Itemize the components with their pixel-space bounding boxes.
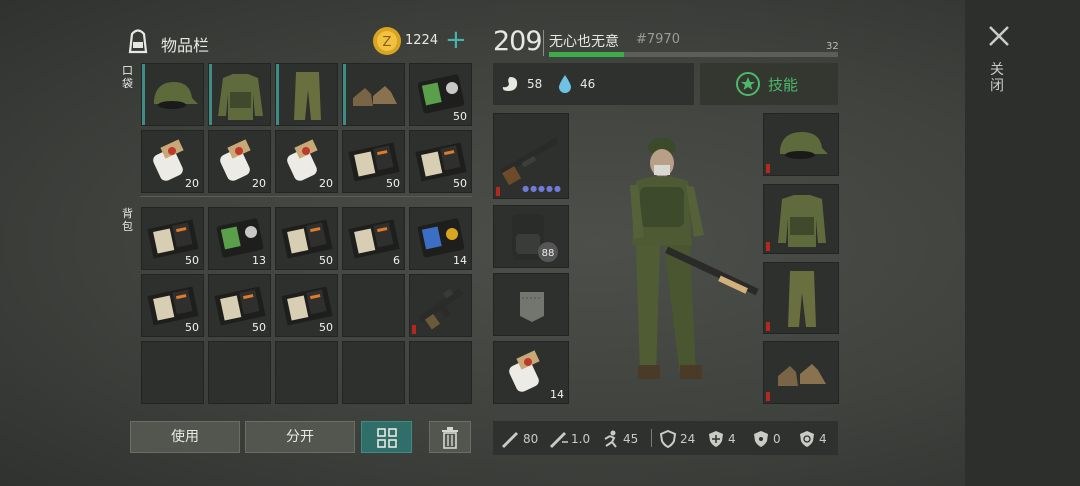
- backpack-slot-notebook-4[interactable]: 50: [141, 274, 204, 337]
- grid-icon: [376, 428, 397, 448]
- backpack-slot-empty[interactable]: [141, 341, 204, 404]
- radiation-shield-icon: [754, 431, 768, 447]
- hand-item-slot[interactable]: 14: [493, 341, 569, 404]
- shield-icon: [659, 430, 677, 448]
- side-panel: [965, 0, 1080, 486]
- close-button[interactable]: [985, 22, 1013, 54]
- player-name: 无心也无意: [549, 34, 619, 50]
- backpack-slot-notebook-6[interactable]: 50: [275, 274, 338, 337]
- backpack-icon: [124, 28, 152, 58]
- xp-max-label: 32: [826, 41, 839, 52]
- trash-icon: [442, 427, 458, 449]
- sword-icon: [502, 432, 518, 448]
- backpack-slot-empty[interactable]: [208, 341, 271, 404]
- water-drop-icon: [558, 74, 572, 98]
- backpack-slot-empty[interactable]: [409, 341, 472, 404]
- snowflake-shield-icon: [709, 431, 723, 447]
- head-slot[interactable]: [763, 113, 839, 176]
- military-cap-icon: [780, 132, 828, 159]
- backpack-slot-notebook-1[interactable]: 50: [141, 207, 204, 270]
- pocket-label: 口袋: [122, 64, 133, 90]
- skills-label: 技能: [768, 76, 799, 94]
- backpack-slot[interactable]: 88: [493, 205, 569, 268]
- camo-jacket-icon: [218, 74, 263, 120]
- pocket-slot[interactable]: [493, 273, 569, 336]
- player-level: 209: [493, 26, 543, 57]
- inventory-slot-pants[interactable]: [275, 63, 338, 126]
- swing-sword-icon: [550, 432, 568, 448]
- close-label[interactable]: 关闭: [990, 62, 1006, 94]
- inventory-slot-wallet-green[interactable]: 50: [409, 63, 472, 126]
- inventory-slot-bandage-2[interactable]: 20: [208, 130, 271, 193]
- close-icon: [989, 26, 1009, 46]
- section-divider: [140, 196, 472, 197]
- camo-pants-icon: [788, 271, 816, 327]
- inventory-slot-notebook-2[interactable]: 50: [409, 130, 472, 193]
- backpack-label: 背包: [122, 207, 133, 233]
- boots-icon: [778, 364, 826, 386]
- inventory-slot-bandage-3[interactable]: 20: [275, 130, 338, 193]
- backpack-slot-empty[interactable]: [275, 341, 338, 404]
- stats-divider: [651, 429, 652, 447]
- character-model: [600, 125, 760, 409]
- backpack-slot-empty[interactable]: [342, 341, 405, 404]
- ammo-dots: ●●●●●: [522, 184, 562, 193]
- attack-speed-stat: 1.0: [548, 430, 590, 448]
- legs-slot[interactable]: [763, 262, 839, 334]
- feet-slot[interactable]: [763, 341, 839, 404]
- coin-amount: 1224: [405, 33, 439, 48]
- stomach-icon: [500, 75, 520, 97]
- xp-bar-fill: [549, 52, 625, 57]
- divider: [543, 30, 544, 56]
- inventory-slot-cap[interactable]: [141, 63, 204, 126]
- body-slot[interactable]: [763, 184, 839, 254]
- damage-stat: 80: [500, 430, 538, 448]
- running-man-icon: [604, 430, 617, 448]
- inventory-slot-boots[interactable]: [342, 63, 405, 126]
- backpack-icon: 88: [512, 214, 558, 262]
- player-id: #7970: [636, 32, 680, 47]
- hunger-value: 58: [527, 77, 543, 91]
- svg-text:Z: Z: [383, 35, 392, 50]
- inventory-slot-bandage-1[interactable]: 20: [141, 130, 204, 193]
- xp-bar: [549, 52, 838, 57]
- weapon-slot[interactable]: ●●●●●: [493, 113, 569, 199]
- split-button[interactable]: 分开: [245, 421, 355, 453]
- backpack-slot-empty[interactable]: [342, 274, 405, 337]
- backpack-slot-notebook-2[interactable]: 50: [275, 207, 338, 270]
- military-cap-icon: [154, 82, 198, 109]
- inventory-title: 物品栏: [161, 36, 210, 55]
- trash-button[interactable]: [429, 421, 471, 453]
- coin-icon: Z: [372, 26, 402, 60]
- pocket-icon: [520, 292, 544, 322]
- skills-button[interactable]: 技能: [700, 63, 838, 105]
- backpack-slot-rifle[interactable]: [409, 274, 472, 337]
- run-speed-stat: 45: [600, 430, 638, 448]
- inventory-slot-jacket[interactable]: [208, 63, 271, 126]
- radiation-resist-stat: 0: [752, 430, 781, 448]
- backpack-slot-notebook-3[interactable]: 6: [342, 207, 405, 270]
- camo-jacket-icon: [778, 195, 826, 247]
- biohazard-shield-icon: [800, 431, 814, 447]
- thirst-value: 46: [580, 77, 596, 91]
- cold-resist-stat: 4: [707, 430, 736, 448]
- sort-grid-button[interactable]: [361, 421, 412, 453]
- backpack-slot-wallet-blue[interactable]: 14: [409, 207, 472, 270]
- assault-rifle-icon: [418, 288, 464, 330]
- defense-stat: 24: [659, 430, 695, 448]
- backpack-slot-wallet-green[interactable]: 13: [208, 207, 271, 270]
- boots-icon: [353, 86, 397, 106]
- toxic-resist-stat: 4: [798, 430, 827, 448]
- svg-text:88: 88: [542, 248, 555, 259]
- backpack-slot-notebook-5[interactable]: 50: [208, 274, 271, 337]
- inventory-slot-notebook-1[interactable]: 50: [342, 130, 405, 193]
- camo-pants-icon: [294, 72, 321, 120]
- use-button[interactable]: 使用: [130, 421, 240, 453]
- add-coins-button[interactable]: +: [445, 25, 467, 55]
- star-icon: [736, 72, 760, 96]
